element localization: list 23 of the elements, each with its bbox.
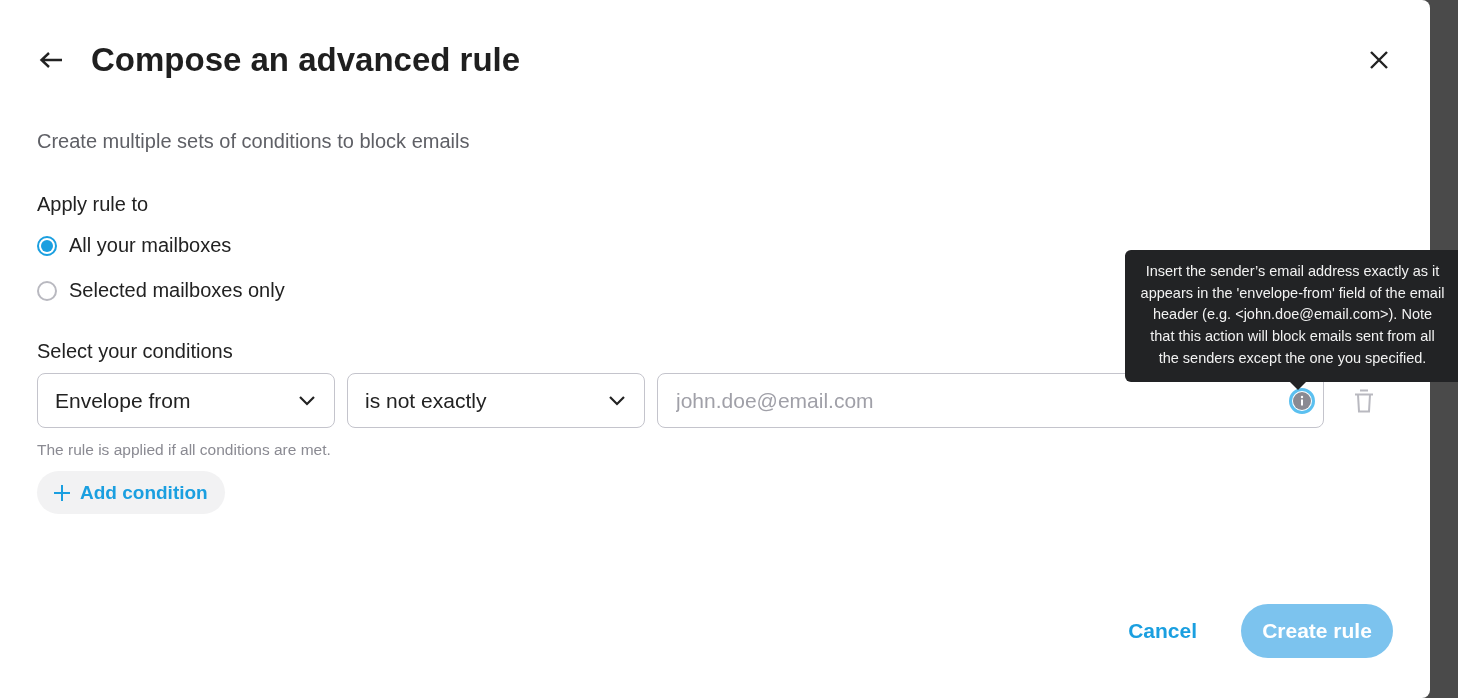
email-field[interactable]: john.doe@email.com — [657, 373, 1324, 428]
operator-dropdown[interactable]: is not exactly — [347, 373, 645, 428]
dialog-title: Compose an advanced rule — [91, 41, 522, 79]
radio-label: All your mailboxes — [69, 234, 232, 257]
conditions-hint: The rule is applied if all conditions are met. — [37, 441, 332, 459]
field-dropdown[interactable]: Envelope from — [37, 373, 335, 428]
info-icon[interactable] — [1289, 387, 1315, 414]
radio-button[interactable] — [37, 235, 57, 256]
tooltip: Insert the sender’s email address exactly as it appears in the 'envelope-from' field of the email header (e.g. <john.doe@email.com>). Note that this action will block emails sent from all the senders except the one you specified. — [1125, 250, 1458, 382]
radio-button[interactable] — [37, 280, 57, 301]
add-condition-button[interactable]: Add condition — [37, 471, 225, 514]
close-icon — [1369, 50, 1389, 70]
dialog-subtitle: Create multiple sets of conditions to block emails — [37, 130, 471, 153]
cancel-button[interactable]: Cancel — [1128, 619, 1197, 643]
chevron-down-icon — [608, 395, 626, 406]
section-label: Select your conditions — [37, 340, 233, 363]
trash-icon — [1354, 388, 1374, 413]
radio-label: Selected mailboxes only — [69, 279, 285, 302]
back-arrow-icon — [39, 51, 63, 69]
chevron-down-icon — [298, 395, 316, 406]
tooltip-arrow — [1290, 381, 1306, 390]
section-label: Apply rule to — [37, 193, 149, 216]
plus-icon — [54, 484, 70, 501]
